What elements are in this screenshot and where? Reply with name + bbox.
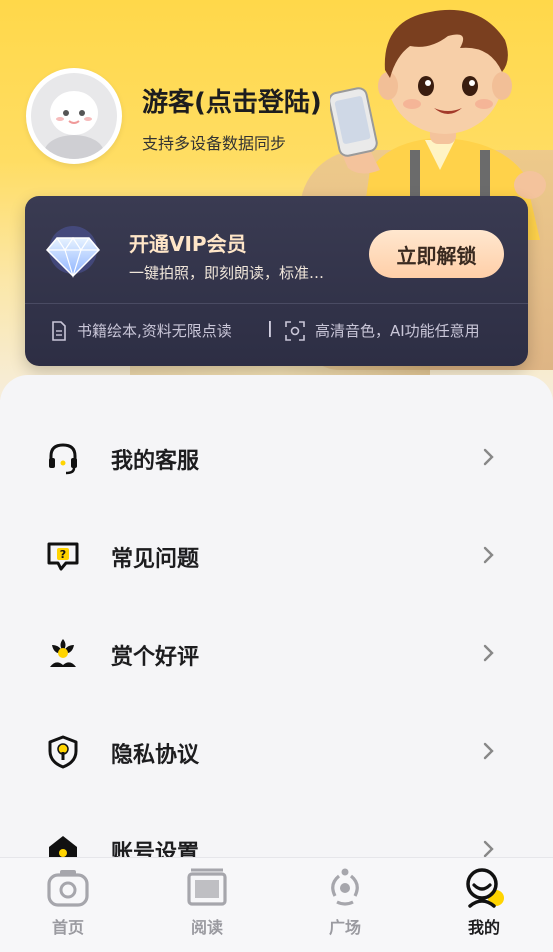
vip-feature-separator: | (267, 318, 273, 337)
unlock-vip-button[interactable]: 立即解锁 (369, 230, 504, 278)
svg-text:?: ? (60, 548, 66, 561)
vip-feature-books-label: 书籍绘本,资料无限点读 (77, 322, 232, 340)
scan-icon (285, 320, 305, 341)
diamond-icon (45, 226, 101, 279)
tab-plaza[interactable]: 广场 (295, 866, 395, 950)
tab-home-label: 首页 (51, 918, 84, 937)
vip-divider (25, 303, 528, 304)
share-icon (331, 868, 359, 906)
shield-lock-icon (48, 735, 78, 769)
chevron-right-icon (483, 546, 494, 564)
menu-item-rate[interactable]: 赏个好评 (0, 603, 553, 701)
menu-item-privacy[interactable]: 隐私协议 (0, 701, 553, 799)
chevron-right-icon (483, 644, 494, 662)
menu-item-label: 赏个好评 (111, 645, 200, 670)
menu-item-customer-service[interactable]: 我的客服 (0, 407, 553, 505)
tab-reading-label: 阅读 (190, 918, 223, 937)
menu-item-label: 隐私协议 (111, 743, 200, 768)
default-avatar-icon (44, 91, 104, 159)
user-avatar[interactable] (26, 68, 122, 164)
vip-card[interactable]: 开通VIP会员 一键拍照，即刻朗读，标准… 立即解锁 书籍绘本,资料无限点读 |… (25, 196, 528, 366)
tab-home[interactable]: 首页 (18, 866, 118, 950)
vip-feature-voice: 高清音色，AI功能任意用 (285, 320, 480, 341)
user-subtitle: 支持多设备数据同步 (142, 134, 287, 153)
chevron-right-icon (483, 448, 494, 466)
vip-title: 开通VIP会员 (129, 232, 247, 256)
profile-icon (466, 868, 504, 908)
tab-mine[interactable]: 我的 (434, 866, 534, 950)
settings-menu: 我的客服 ? 常见问题 赏个好评 隐私协议 账号设置 (0, 375, 553, 875)
bottom-tab-bar: 首页 阅读 广场 我的 (0, 857, 553, 952)
menu-item-label: 常见问题 (111, 547, 200, 572)
flower-icon (50, 639, 76, 667)
tab-plaza-label: 广场 (328, 918, 361, 937)
tab-reading[interactable]: 阅读 (157, 866, 257, 950)
chevron-right-icon (483, 840, 494, 858)
tab-mine-label: 我的 (467, 918, 500, 937)
camera-icon (47, 870, 89, 907)
headset-icon (49, 443, 77, 475)
book-icon (187, 868, 227, 906)
user-name-login[interactable]: 游客(点击登陆) (142, 82, 322, 119)
vip-description: 一键拍照，即刻朗读，标准… (129, 264, 325, 282)
menu-item-label: 我的客服 (111, 449, 200, 474)
question-chat-icon: ? (47, 542, 79, 571)
vip-feature-books: 书籍绘本,资料无限点读 (51, 320, 232, 341)
chevron-right-icon (483, 742, 494, 760)
document-icon (52, 320, 66, 341)
vip-feature-voice-label: 高清音色，AI功能任意用 (315, 322, 480, 340)
menu-item-faq[interactable]: ? 常见问题 (0, 505, 553, 603)
